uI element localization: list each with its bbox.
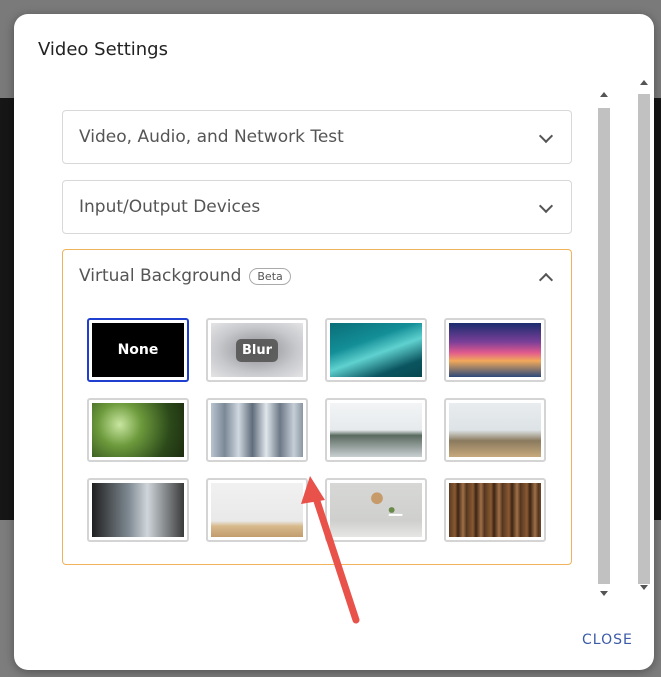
accordion-header[interactable]: Input/Output Devices: [63, 181, 571, 233]
background-option-aurora[interactable]: [325, 318, 427, 382]
content-scrollbar[interactable]: [596, 86, 610, 602]
scrollbar-thumb[interactable]: [638, 94, 650, 584]
background-label: Blur: [235, 338, 279, 362]
beta-badge: Beta: [249, 267, 291, 285]
background-option-trees[interactable]: [87, 398, 189, 462]
settings-content: Video, Audio, and Network Test Input/Out…: [62, 86, 624, 602]
background-preview: [330, 403, 422, 457]
background-preview: [330, 323, 422, 377]
background-preview: Blur: [211, 323, 303, 377]
background-option-none[interactable]: None: [87, 318, 189, 382]
accordion-io-devices[interactable]: Input/Output Devices: [62, 180, 572, 234]
background-preview: [92, 483, 184, 537]
background-preview: None: [92, 323, 184, 377]
background-preview: [330, 483, 422, 537]
background-preview: [211, 403, 303, 457]
background-preview: [449, 403, 541, 457]
background-option-hall[interactable]: [87, 478, 189, 542]
accordion-header[interactable]: Virtual Background Beta: [63, 250, 571, 302]
background-preview: [211, 483, 303, 537]
scrollbar-thumb[interactable]: [598, 108, 610, 584]
accordion-title: Virtual Background: [79, 266, 242, 286]
scroll-up-arrow-icon[interactable]: [600, 92, 608, 97]
accordion-virtual-background: Virtual Background Beta None Blur: [62, 249, 572, 565]
background-label: None: [117, 342, 159, 358]
background-option-towers[interactable]: [206, 398, 308, 462]
background-option-office1[interactable]: [325, 398, 427, 462]
background-option-clock[interactable]: [325, 478, 427, 542]
background-preview: [449, 483, 541, 537]
background-option-desk[interactable]: [206, 478, 308, 542]
background-grid: None Blur: [87, 318, 549, 542]
scroll-down-arrow-icon[interactable]: [640, 585, 648, 590]
background-option-sunset[interactable]: [444, 318, 546, 382]
accordion-av-network-test[interactable]: Video, Audio, and Network Test: [62, 110, 572, 164]
background-option-books[interactable]: [444, 478, 546, 542]
background-preview: [449, 323, 541, 377]
background-option-office2[interactable]: [444, 398, 546, 462]
scroll-down-arrow-icon[interactable]: [600, 591, 608, 596]
chevron-up-icon: [538, 272, 554, 288]
video-settings-dialog: Video Settings Video, Audio, and Network…: [14, 14, 654, 670]
dialog-title: Video Settings: [38, 39, 168, 60]
accordion-header[interactable]: Video, Audio, and Network Test: [63, 111, 571, 163]
chevron-down-icon: [538, 128, 554, 144]
accordion-title: Input/Output Devices: [79, 197, 261, 217]
dialog-scrollbar[interactable]: [636, 74, 650, 596]
clock-scene-icon: [371, 492, 403, 516]
background-preview: [92, 403, 184, 457]
accordion-title: Video, Audio, and Network Test: [79, 127, 344, 147]
scroll-up-arrow-icon[interactable]: [640, 80, 648, 85]
background-option-blur[interactable]: Blur: [206, 318, 308, 382]
chevron-down-icon: [538, 198, 554, 214]
close-button[interactable]: CLOSE: [582, 632, 633, 648]
